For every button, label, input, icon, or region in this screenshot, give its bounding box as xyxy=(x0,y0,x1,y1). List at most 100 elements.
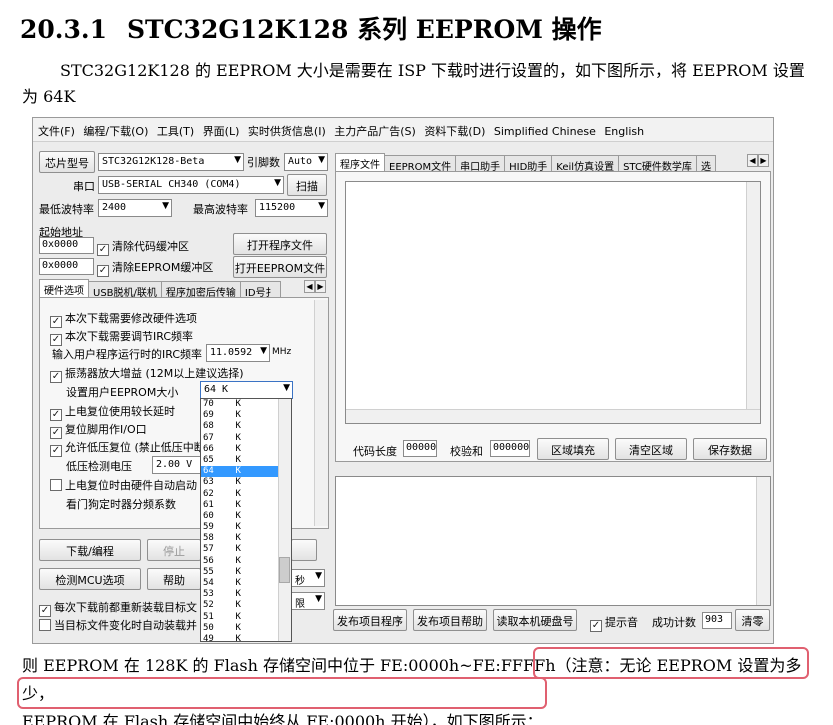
section-number: 20.3.1 xyxy=(20,15,107,44)
chip-model-button[interactable]: 芯片型号 xyxy=(39,151,95,173)
intro-paragraph: STC32G12K128 的 EEPROM 大小是需要在 ISP 下载时进行设置… xyxy=(22,61,805,106)
clear-count-button[interactable]: 清零 xyxy=(735,609,770,631)
save-data-button[interactable]: 保存数据 xyxy=(693,438,767,460)
help-button[interactable]: 帮助 xyxy=(147,568,201,590)
max-baud-value: 115200 xyxy=(259,202,296,213)
chevron-down-icon: ▼ xyxy=(260,346,267,356)
note-highlight-bottom xyxy=(17,677,547,709)
checkbox-empty-icon xyxy=(50,479,62,491)
check-icon: ✓ xyxy=(97,244,109,256)
timeout-select[interactable]: 秒 ▼ xyxy=(291,569,325,587)
chevron-down-icon: ▼ xyxy=(162,201,169,211)
menu-interface[interactable]: 界面(L) xyxy=(203,118,240,139)
chip-model-value: STC32G12K128-Beta xyxy=(102,156,205,167)
open-eeprom-file-button[interactable]: 打开EEPROM文件 xyxy=(233,256,327,278)
hw-auto-start-checkbox[interactable]: 上电复位时由硬件自动启动 xyxy=(50,477,197,493)
eeprom-location-text: 则 EEPROM 在 128K 的 Flash 存储空间中位于 FE:0000h… xyxy=(22,656,556,675)
auto-load-checkbox[interactable]: 当目标文件变化时自动装载并 xyxy=(39,617,197,633)
check-icon: ✓ xyxy=(50,409,62,421)
options-scrollbar[interactable] xyxy=(314,300,328,526)
check-icon: ✓ xyxy=(50,371,62,383)
chevron-right-icon[interactable]: ▶ xyxy=(315,280,326,293)
detect-mcu-button[interactable]: 检测MCU选项 xyxy=(39,568,141,590)
scan-button[interactable]: 扫描 xyxy=(287,174,327,196)
menu-file[interactable]: 文件(F) xyxy=(38,118,75,139)
port-value: USB-SERIAL CH340 (COM4) xyxy=(102,179,241,190)
figure-reference-text: ，如下图所示： xyxy=(430,712,543,725)
adjust-irc-checkbox[interactable]: ✓ 本次下载需要调节IRC频率 xyxy=(50,328,193,346)
oscillator-gain-label: 振荡器放大增益 (12M以上建议选择) xyxy=(65,367,244,380)
min-baud-select[interactable]: 2400 ▼ xyxy=(98,199,172,217)
tab-hardware-options[interactable]: 硬件选项 xyxy=(39,279,89,299)
eeprom-start-address-input[interactable]: 0x0000 xyxy=(39,258,94,275)
chevron-left-icon[interactable]: ◀ xyxy=(747,154,758,167)
clear-eeprom-buffer-label: 清除EEPROM缓冲区 xyxy=(112,261,214,274)
chevron-down-icon: ▼ xyxy=(274,178,281,188)
limit-select[interactable]: 限 ▼ xyxy=(291,592,325,610)
reset-pin-io-checkbox[interactable]: ✓ 复位脚用作I/O口 xyxy=(50,421,147,439)
long-reset-delay-label: 上电复位使用较长延时 xyxy=(65,405,175,418)
menu-chinese[interactable]: Simplified Chinese xyxy=(494,120,596,138)
menu-program[interactable]: 编程/下载(O) xyxy=(83,118,148,139)
irc-frequency-value: 11.0592 xyxy=(210,347,253,358)
publish-help-button[interactable]: 发布项目帮助 xyxy=(413,609,487,631)
eeprom-size-select[interactable]: 64 K ▼ xyxy=(200,381,293,399)
chevron-down-icon: ▼ xyxy=(315,594,322,604)
modify-hw-options-checkbox[interactable]: ✓ 本次下载需要修改硬件选项 xyxy=(50,310,197,328)
lvd-select[interactable]: 2.00 V xyxy=(152,456,202,474)
stop-button[interactable]: 停止 xyxy=(147,539,201,561)
success-count-label: 成功计数 xyxy=(652,616,696,629)
menu-products[interactable]: 主力产品广告(S) xyxy=(334,118,416,139)
irc-frequency-label: 输入用户程序运行时的IRC频率 xyxy=(52,348,203,361)
open-program-file-button[interactable]: 打开程序文件 xyxy=(233,233,327,255)
publish-program-button[interactable]: 发布项目程序 xyxy=(333,609,407,631)
hex-data-area[interactable] xyxy=(345,181,761,424)
chip-model-select[interactable]: STC32G12K128-Beta ▼ xyxy=(98,153,244,171)
chevron-down-icon: ▼ xyxy=(234,155,241,165)
log-scrollbar[interactable] xyxy=(756,477,770,605)
code-start-address-input[interactable]: 0x0000 xyxy=(39,237,94,254)
menu-tools[interactable]: 工具(T) xyxy=(157,118,194,139)
hw-auto-start-label: 上电复位时由硬件自动启动 xyxy=(65,479,197,492)
tab-program-file[interactable]: 程序文件 xyxy=(335,153,385,173)
menu-supply-info[interactable]: 实时供货信息(I) xyxy=(248,118,326,139)
long-reset-delay-checkbox[interactable]: ✓ 上电复位使用较长延时 xyxy=(50,403,175,421)
max-baud-label: 最高波特率 xyxy=(193,203,248,216)
hex-vertical-scrollbar[interactable] xyxy=(746,182,760,410)
dropdown-scrollbar[interactable] xyxy=(278,399,291,641)
clear-code-buffer-checkbox[interactable]: ✓ 清除代码缓冲区 xyxy=(97,238,189,256)
note-highlight-top xyxy=(533,647,809,679)
hex-horizontal-scrollbar[interactable] xyxy=(346,409,760,423)
check-icon: ✓ xyxy=(39,605,51,617)
dropdown-scroll-thumb[interactable] xyxy=(279,557,290,583)
irc-frequency-select[interactable]: 11.0592 ▼ xyxy=(206,344,270,362)
max-baud-select[interactable]: 115200 ▼ xyxy=(255,199,328,217)
clear-region-button[interactable]: 清空区域 xyxy=(615,438,687,460)
chevron-down-icon: ▼ xyxy=(318,201,325,211)
download-button[interactable]: 下载/编程 xyxy=(39,539,141,561)
reload-target-label: 每次下载前都重新装载目标文 xyxy=(54,601,197,614)
section-heading: 20.3.1 STC32G12K128 系列 EEPROM 操作 xyxy=(20,10,602,46)
watchdog-label: 看门狗定时器分频系数 xyxy=(66,498,176,511)
pin-count-select[interactable]: Auto ▼ xyxy=(284,153,328,171)
menu-english[interactable]: English xyxy=(604,120,644,138)
output-log-area[interactable] xyxy=(335,476,771,606)
reload-target-checkbox[interactable]: ✓ 每次下载前都重新装载目标文 xyxy=(39,599,197,617)
sound-checkbox[interactable]: ✓ 提示音 xyxy=(590,614,638,632)
checkbox-empty-icon xyxy=(39,619,51,631)
check-icon: ✓ xyxy=(50,427,62,439)
port-select[interactable]: USB-SERIAL CH340 (COM4) ▼ xyxy=(98,176,284,194)
chevron-right-icon[interactable]: ▶ xyxy=(758,154,769,167)
success-count-value: 903 xyxy=(702,612,732,629)
right-tabs: 程序文件 EEPROM文件 串口助手 HID助手 Keil仿真设置 STC硬件数学库选 xyxy=(335,153,716,173)
program-file-panel: 代码长度 00000 校验和 000000 区域填充 清空区域 保存数据 xyxy=(335,171,771,462)
low-voltage-reset-checkbox[interactable]: ✓ 允许低压复位 (禁止低压中断 xyxy=(50,439,205,457)
modify-hw-options-label: 本次下载需要修改硬件选项 xyxy=(65,312,197,325)
read-disk-id-button[interactable]: 读取本机硬盘号 xyxy=(493,609,577,631)
clear-eeprom-buffer-checkbox[interactable]: ✓ 清除EEPROM缓冲区 xyxy=(97,259,213,277)
fill-region-button[interactable]: 区域填充 xyxy=(537,438,609,460)
eeprom-size-dropdown[interactable]: 70 K 69 K 68 K 67 K 66 K 65 K 64 K 63 K 62 K 61 K… xyxy=(200,398,292,642)
menu-downloads[interactable]: 资料下载(D) xyxy=(424,118,485,139)
hidden-button[interactable] xyxy=(291,539,317,561)
chevron-left-icon[interactable]: ◀ xyxy=(304,280,315,293)
